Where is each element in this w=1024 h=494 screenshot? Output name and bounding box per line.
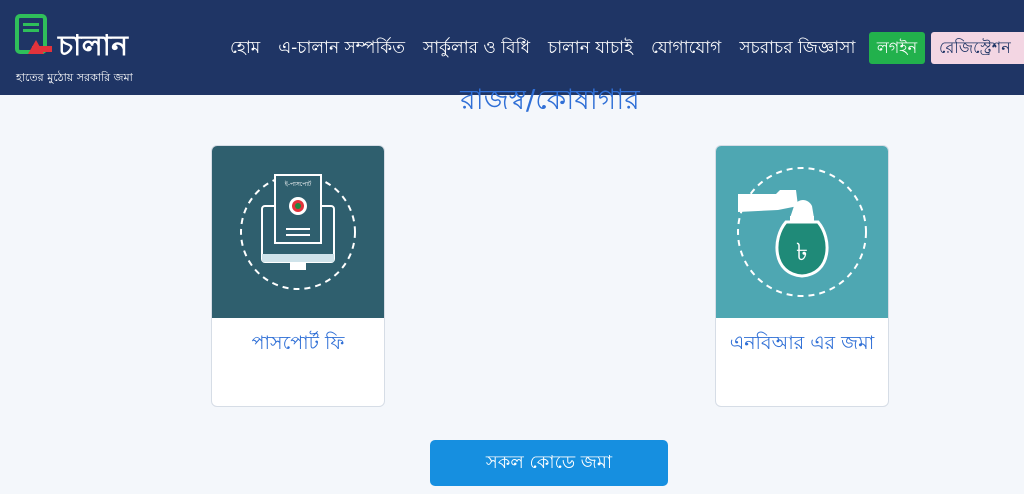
passport-label-text: ই-পাসপোর্ট [284, 180, 312, 188]
login-button[interactable]: লগইন [869, 32, 925, 64]
section-title: রাজস্ব/কোষাগার [460, 83, 640, 116]
taka-symbol-text: ৳ [796, 238, 808, 266]
passport-computer-icon: ই-পাসপোর্ট [240, 174, 356, 290]
logo[interactable]: চালান হাতের মুঠোয় সরকারি জমা [14, 14, 154, 84]
brand-name: চালান [58, 29, 129, 62]
card-label: পাসপোর্ট ফি [251, 332, 345, 354]
nav-item-faq[interactable]: সচরাচর জিজ্ঞাসা [739, 35, 855, 63]
brand-tagline: হাতের মুঠোয় সরকারি জমা [16, 71, 133, 84]
register-button[interactable]: রেজিস্ট্রেশন [931, 32, 1024, 64]
card-label: এনবিআর এর জমা [729, 332, 875, 354]
nav-item-verify-challan[interactable]: চালান যাচাই [548, 35, 633, 63]
nav-item-home[interactable]: হোম [230, 35, 260, 63]
deposit-all-codes-button[interactable]: সকল কোডে জমা [430, 440, 668, 486]
card-nbr-deposit[interactable]: ৳ এনবিআর এর জমা [715, 145, 889, 407]
nav-item-contact[interactable]: যোগাযোগ [651, 35, 721, 63]
main-nav: হোম এ-চালান সম্পর্কিত সার্কুলার ও বিধি চ… [230, 33, 873, 65]
e-challan-logo-icon [15, 14, 52, 54]
nav-item-about[interactable]: এ-চালান সম্পর্কিত [278, 35, 405, 63]
card-passport-fee[interactable]: ই-পাসপোর্ট পাসপোর্ট ফি [211, 145, 385, 407]
card-image: ই-পাসপোর্ট [212, 146, 384, 318]
money-bag-hand-icon: ৳ [737, 167, 867, 297]
card-image: ৳ [716, 146, 888, 318]
nav-item-circulars[interactable]: সার্কুলার ও বিধি [423, 35, 530, 63]
